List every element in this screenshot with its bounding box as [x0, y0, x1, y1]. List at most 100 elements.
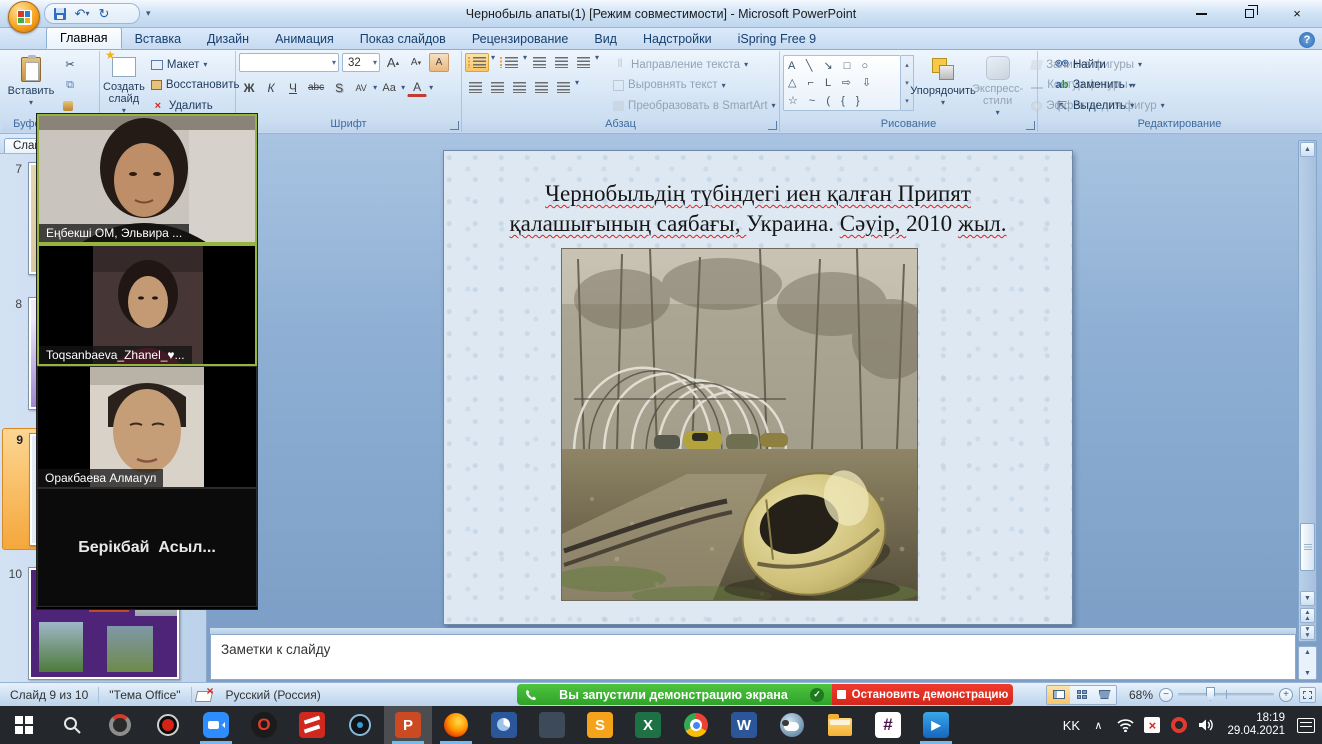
justify-button[interactable]	[531, 78, 551, 97]
font-size-combo[interactable]: 32▾	[342, 53, 380, 72]
line-spacing-button[interactable]	[573, 53, 593, 72]
shapes-gallery-scroll[interactable]: ▴▾▾	[901, 55, 914, 111]
restore-button[interactable]	[1228, 3, 1270, 24]
align-right-button[interactable]	[509, 78, 529, 97]
italic-button[interactable]: К	[261, 78, 281, 97]
font-color-button[interactable]: А	[407, 78, 427, 97]
paste-button[interactable]: Вставить▾	[5, 53, 57, 117]
tab-vid[interactable]: Вид	[581, 29, 630, 49]
change-case-button[interactable]: Aa	[379, 78, 399, 97]
action-center-button[interactable]	[1294, 706, 1318, 744]
close-button[interactable]: ×	[1276, 3, 1318, 24]
select-button[interactable]: ⇱Выделить▾	[1052, 96, 1137, 115]
previous-slide-button[interactable]: ▲▲	[1300, 608, 1315, 623]
wifi-tray-button[interactable]	[1113, 706, 1137, 744]
smartart-button[interactable]: Преобразовать в SmartArt▾	[610, 96, 779, 115]
spellcheck-icon[interactable]	[196, 688, 212, 702]
find-button[interactable]: ⌾⌾Найти	[1052, 55, 1137, 74]
zoom-out-icon[interactable]: −	[1159, 688, 1173, 702]
decrease-indent-button[interactable]	[529, 53, 549, 72]
taskbar-firefox[interactable]	[432, 706, 480, 744]
tab-nadstroyki[interactable]: Надстройки	[630, 29, 725, 49]
notes-pane[interactable]: Заметки к слайду	[210, 634, 1296, 680]
slide-title-textbox[interactable]: Чернобыльдің түбіндегі иен қалған Припят…	[466, 179, 1050, 239]
opera-tray-button[interactable]	[1167, 706, 1191, 744]
zoom-slider-thumb[interactable]	[1206, 687, 1215, 701]
taskbar-globe-app[interactable]	[768, 706, 816, 744]
help-icon[interactable]: ?	[1299, 32, 1315, 48]
qat-customize-button[interactable]: ▾	[146, 8, 151, 19]
font-dialog-launcher[interactable]	[450, 121, 459, 130]
slide-canvas[interactable]: Чернобыльдің түбіндегі иен қалған Припят…	[443, 150, 1073, 625]
columns-button[interactable]	[553, 78, 573, 97]
slide-sorter-view-button[interactable]	[1070, 686, 1093, 704]
taskbar-calculator[interactable]	[528, 706, 576, 744]
grow-font-button[interactable]: A▴	[383, 53, 403, 72]
stop-share-button[interactable]: Остановить демонстрацию	[832, 684, 1013, 705]
increase-indent-button[interactable]	[551, 53, 571, 72]
underline-button[interactable]: Ч	[283, 78, 303, 97]
normal-view-button[interactable]	[1047, 686, 1070, 704]
video-tile-2[interactable]: Toqsanbaeva_Zhanel_♥...	[37, 244, 257, 366]
taskbar-powerpoint[interactable]: P	[384, 706, 432, 744]
zoom-level[interactable]: 68%	[1123, 688, 1153, 702]
taskbar-movies-tv[interactable]: ▶	[912, 706, 960, 744]
taskbar-search-button[interactable]	[48, 706, 96, 744]
align-left-button[interactable]	[465, 78, 485, 97]
scrollbar-thumb[interactable]	[1300, 523, 1315, 571]
new-slide-button[interactable]: Создать слайд▾	[103, 53, 145, 117]
text-direction-button[interactable]: ⦀Направление текста▾	[610, 55, 779, 74]
taskbar-excel[interactable]: X	[624, 706, 672, 744]
drawing-dialog-launcher[interactable]	[1026, 121, 1035, 130]
taskbar-file-explorer[interactable]	[816, 706, 864, 744]
theme-name[interactable]: "Тема Office"	[99, 688, 190, 702]
taskbar-opera[interactable]: O	[240, 706, 288, 744]
font-name-combo[interactable]: ▾	[239, 53, 339, 72]
numbering-button[interactable]	[497, 53, 521, 72]
taskbar-recorder-ring[interactable]	[96, 706, 144, 744]
office-button[interactable]	[8, 1, 40, 33]
notes-scrollbar[interactable]: ▲▼	[1298, 646, 1317, 680]
tab-vstavka[interactable]: Вставка	[122, 29, 194, 49]
bullets-button[interactable]	[465, 53, 489, 72]
video-tile-3[interactable]: Оракбаева Алмагул	[37, 366, 257, 488]
taskbar-zoom[interactable]	[192, 706, 240, 744]
taskbar-word[interactable]: W	[720, 706, 768, 744]
taskbar-smart-notebook[interactable]	[288, 706, 336, 744]
layout-button[interactable]: Макет▾	[148, 55, 243, 74]
clear-formatting-button[interactable]: A	[429, 53, 449, 72]
taskbar-webcam-recorder[interactable]	[144, 706, 192, 744]
quick-styles-button[interactable]: Экспресс-стили▾	[972, 53, 1023, 117]
tab-retsenzirovanie[interactable]: Рецензирование	[459, 29, 582, 49]
slide-scrollbar[interactable]: ▲ ▼ ▲▲ ▼▼	[1298, 140, 1317, 642]
tab-ispring[interactable]: iSpring Free 9	[725, 29, 830, 49]
bold-button[interactable]: Ж	[239, 78, 259, 97]
blocked-status-tray[interactable]: ×	[1140, 706, 1164, 744]
minimize-button[interactable]	[1180, 3, 1222, 24]
save-button[interactable]	[51, 5, 69, 22]
scroll-down-icon[interactable]: ▼	[1300, 591, 1315, 606]
video-tile-4[interactable]: Берікбай Асыл...	[37, 488, 257, 607]
hidden-icons-chevron[interactable]: ∧	[1086, 706, 1110, 744]
taskbar-clock[interactable]: 18:19 29.04.2021	[1221, 712, 1291, 738]
paragraph-dialog-launcher[interactable]	[768, 121, 777, 130]
video-tile-1[interactable]: Еңбекші ОМ, Эльвира ...	[37, 114, 257, 244]
reset-button[interactable]: Восстановить	[148, 76, 243, 95]
align-center-button[interactable]	[487, 78, 507, 97]
shrink-font-button[interactable]: A▾	[406, 53, 426, 72]
next-slide-button[interactable]: ▼▼	[1300, 625, 1315, 640]
language-indicator[interactable]: Русский (Россия)	[216, 688, 331, 702]
copy-button[interactable]: ⧉	[60, 76, 80, 95]
tab-pokaz-slaydov[interactable]: Показ слайдов	[347, 29, 459, 49]
slideshow-view-button[interactable]	[1093, 686, 1116, 704]
replace-button[interactable]: abЗаменить▾	[1052, 76, 1137, 95]
taskbar-chrome[interactable]	[672, 706, 720, 744]
shadow-button[interactable]: S	[329, 78, 349, 97]
zoom-in-icon[interactable]: +	[1279, 688, 1293, 702]
arrange-button[interactable]: Упорядочить▾	[917, 53, 969, 117]
taskbar-record-dot[interactable]	[336, 706, 384, 744]
tab-dizayn[interactable]: Дизайн	[194, 29, 262, 49]
zoom-slider-track[interactable]	[1178, 693, 1274, 696]
pripyat-park-photo[interactable]	[561, 248, 918, 601]
taskbar-scratch[interactable]: S	[576, 706, 624, 744]
